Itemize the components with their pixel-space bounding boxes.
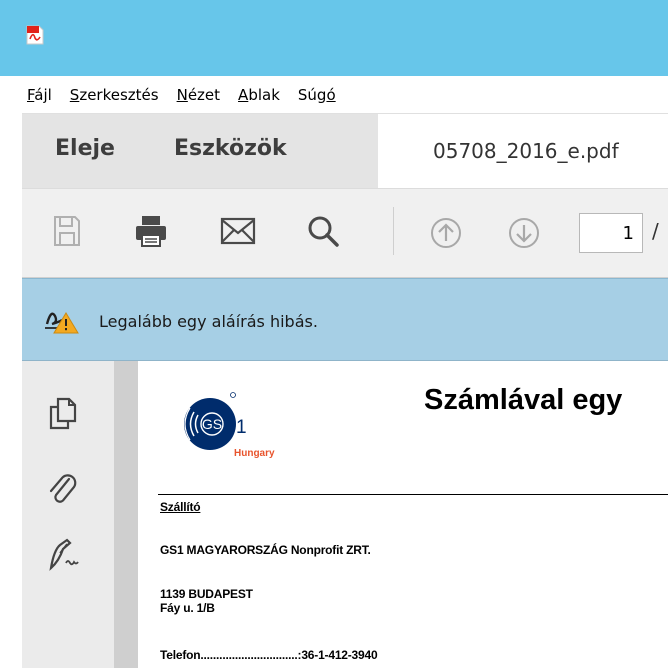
heading-rule	[158, 494, 668, 495]
supplier-address-line1: 1139 BUDAPEST	[160, 587, 253, 601]
toolbar-separator	[393, 207, 394, 255]
menu-help[interactable]: Súgó	[293, 86, 341, 104]
menu-label: zerkesztés	[79, 85, 159, 104]
menu-file[interactable]: Fájl	[22, 86, 57, 104]
menu-edit[interactable]: Szerkesztés	[65, 86, 164, 104]
signatures-icon[interactable]	[47, 536, 83, 572]
acrobat-app-icon[interactable]	[25, 24, 45, 46]
menu-view[interactable]: Nézet	[172, 86, 225, 104]
menu-mnemonic: N	[176, 85, 188, 104]
page-thumbnails-icon[interactable]	[47, 396, 79, 432]
gs1-logo-digit: 1	[236, 417, 247, 438]
menu-label: ájl	[34, 85, 52, 104]
supplier-heading: Szállító	[160, 500, 201, 514]
menu-mnemonic: ó	[326, 85, 336, 104]
gs1-logo-letters: GS	[202, 416, 222, 432]
menu-mnemonic: A	[238, 85, 249, 104]
gs1-logo: GS 1 Hungary	[160, 388, 300, 460]
document-tab-label: 05708_2016_e.pdf	[433, 139, 619, 163]
page-count-separator: /	[652, 219, 659, 243]
menu-bar: Fájl Szerkesztés Nézet Ablak Súgó	[22, 76, 668, 113]
signature-status-banner: Legalább egy aláírás hibás.	[22, 278, 668, 361]
page-number-input[interactable]: 1	[579, 213, 643, 253]
tab-tools[interactable]: Eszközök	[174, 136, 287, 161]
supplier-company: GS1 MAGYARORSZÁG Nonprofit ZRT.	[160, 543, 371, 557]
previous-page-icon[interactable]	[430, 217, 462, 249]
save-icon[interactable]	[52, 214, 82, 248]
signature-warning-icon	[45, 312, 79, 334]
email-icon[interactable]	[220, 216, 256, 246]
search-icon[interactable]	[305, 213, 341, 249]
document-title: Számlával egy	[424, 384, 623, 416]
signature-status-message: Legalább egy aláírás hibás.	[99, 312, 318, 331]
menu-mnemonic: S	[69, 85, 80, 104]
acrobat-reader-window: Fájl Szerkesztés Nézet Ablak Súgó Eleje …	[0, 0, 668, 668]
tab-document[interactable]: 05708_2016_e.pdf	[387, 114, 668, 189]
panel-divider	[114, 361, 138, 668]
supplier-address-line2: Fáy u. 1/B	[160, 601, 215, 615]
menu-label: ézet	[187, 85, 221, 104]
title-bar[interactable]	[0, 0, 668, 76]
menu-window[interactable]: Ablak	[233, 86, 285, 104]
navigation-panel	[22, 361, 114, 668]
gs1-logo-subtitle: Hungary	[234, 448, 275, 459]
supplier-phone: Telefon...............................:3…	[160, 648, 378, 662]
next-page-icon[interactable]	[508, 217, 540, 249]
menu-label: Súg	[297, 85, 327, 104]
tab-bar: Eleje Eszközök 05708_2016_e.pdf	[22, 113, 668, 189]
page-number-value: 1	[622, 223, 634, 244]
attachments-icon[interactable]	[47, 471, 79, 507]
document-page[interactable]: GS 1 Hungary Számlával egy Szállító GS1 …	[138, 361, 668, 668]
tab-home[interactable]: Eleje	[55, 136, 115, 161]
print-icon[interactable]	[133, 213, 169, 249]
menu-label: blak	[248, 85, 280, 104]
toolbar: 1 /	[22, 188, 668, 278]
